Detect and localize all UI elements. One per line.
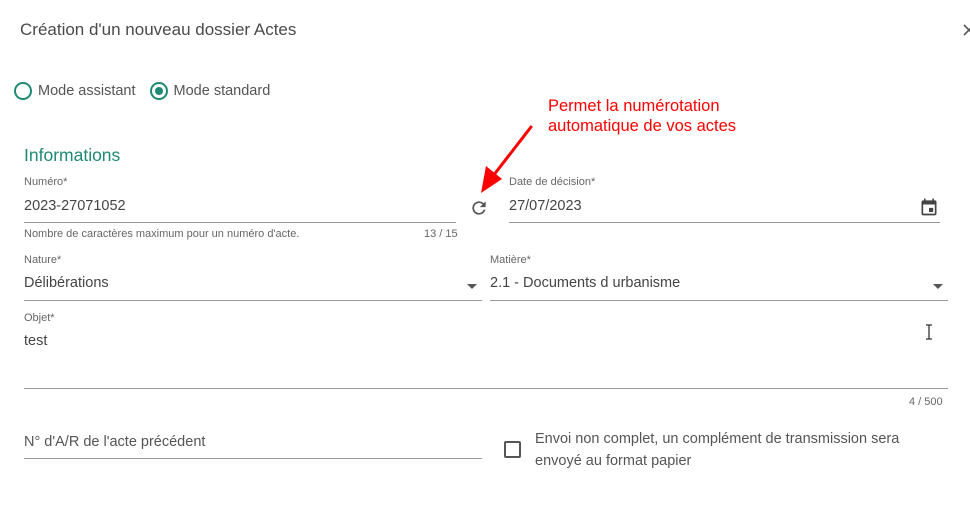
- chevron-down-icon[interactable]: [467, 284, 477, 289]
- matiere-label: Matière*: [490, 254, 531, 266]
- nature-select[interactable]: Délibérations: [24, 275, 109, 291]
- numero-hint: Nombre de caractères maximum pour un num…: [24, 228, 300, 240]
- date-decision-underline: [509, 222, 940, 223]
- annotation-line-1: Permet la numérotation: [548, 97, 720, 115]
- mode-assistant-label: Mode assistant: [38, 83, 136, 99]
- mode-assistant-radio[interactable]: Mode assistant: [14, 82, 136, 100]
- calendar-icon[interactable]: [919, 197, 939, 217]
- objet-label: Objet*: [24, 312, 55, 324]
- date-decision-input[interactable]: 27/07/2023: [509, 198, 582, 214]
- close-icon[interactable]: [961, 22, 970, 38]
- matiere-select[interactable]: 2.1 - Documents d urbanisme: [490, 275, 680, 291]
- chevron-down-icon[interactable]: [933, 284, 943, 289]
- numero-label: Numéro*: [24, 176, 68, 188]
- ar-precedent-underline: [24, 458, 482, 459]
- numero-underline: [24, 222, 456, 223]
- annotation-line-2: automatique de vos actes: [548, 117, 737, 135]
- annotation-arrow-icon: [478, 124, 536, 196]
- objet-underline: [24, 388, 948, 389]
- nature-underline: [24, 300, 482, 301]
- mode-standard-label: Mode standard: [173, 83, 271, 99]
- nature-label: Nature*: [24, 254, 62, 266]
- ar-precedent-input[interactable]: N° d'A/R de l'acte précédent: [24, 434, 205, 450]
- refresh-icon[interactable]: [469, 198, 489, 218]
- envoi-non-complet-label: Envoi non complet, un complément de tran…: [535, 431, 900, 469]
- matiere-underline: [490, 300, 948, 301]
- radio-unchecked-icon: [14, 82, 32, 100]
- annotation-text: Permet la numérotation automatique de vo…: [548, 96, 736, 136]
- radio-checked-icon: [149, 82, 168, 100]
- objet-counter: 4 / 500: [909, 396, 943, 408]
- numero-counter: 13 / 15: [424, 228, 458, 240]
- section-title-informations: Informations: [24, 145, 121, 165]
- envoi-non-complet-checkbox[interactable]: [504, 441, 521, 458]
- objet-textarea[interactable]: test: [24, 333, 47, 349]
- mode-radio-group: Mode assistant Mode standard: [14, 82, 284, 100]
- numero-input[interactable]: 2023-27071052: [24, 198, 126, 214]
- text-cursor-icon: [924, 324, 934, 340]
- dialog-title: Création d'un nouveau dossier Actes: [20, 20, 297, 39]
- mode-standard-radio[interactable]: Mode standard: [149, 82, 271, 100]
